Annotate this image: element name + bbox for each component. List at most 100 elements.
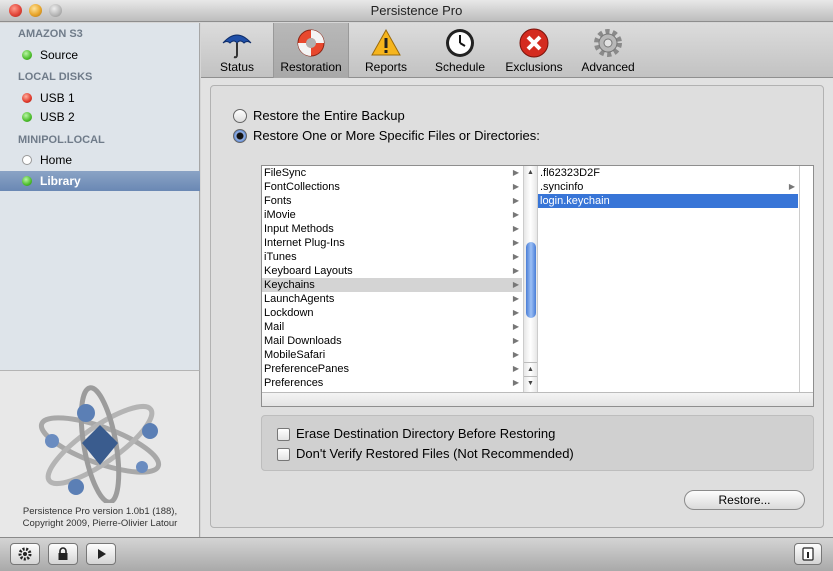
status-empty-icon	[22, 155, 32, 165]
item-label: Mail	[264, 321, 285, 333]
status-green-icon	[22, 112, 32, 122]
bottom-bar	[0, 537, 833, 571]
sidebar-item-usb-2[interactable]: USB 2	[0, 107, 200, 127]
toolbar: Status Restoration Reports Schedule Excl…	[201, 23, 833, 78]
item-label: Internet Plug-Ins	[264, 237, 345, 249]
tab-advanced[interactable]: Advanced	[571, 23, 645, 78]
zoom-window-button[interactable]	[49, 4, 62, 17]
status-green-icon	[22, 176, 32, 186]
tab-status[interactable]: Status	[201, 23, 273, 78]
window-title: Persistence Pro	[370, 3, 463, 18]
item-label: PreferencePanes	[264, 363, 349, 375]
umbrella-icon	[222, 34, 252, 59]
browser-column-2[interactable]: .fl62323D2F .syncinfo ▶ login.keychain	[537, 166, 798, 392]
tab-reports[interactable]: Reports	[351, 23, 421, 78]
disclosure-arrow-icon: ▶	[512, 280, 519, 289]
restoration-box: Restore the Entire Backup Restore One or…	[210, 85, 824, 528]
browser-column-3[interactable]	[799, 166, 813, 392]
browser-column-1[interactable]: FileSync ▶ FontCollections ▶ Fonts ▶ iMovie…	[262, 166, 522, 392]
close-window-button[interactable]	[9, 4, 22, 17]
horizontal-scrollbar[interactable]	[262, 392, 813, 406]
disclosure-arrow-icon: ▶	[512, 294, 519, 303]
sidebar-section-amazon-s3: AMAZON S3	[18, 28, 83, 40]
scroll-up-arrow-icon[interactable]: ▲	[524, 166, 537, 179]
option-label: Restore One or More Specific Files or Di…	[253, 128, 540, 143]
radio-button[interactable]	[233, 109, 247, 123]
checkbox[interactable]	[277, 428, 290, 441]
list-item[interactable]: Fonts ▶	[262, 194, 522, 208]
disclosure-arrow-icon: ▶	[512, 336, 519, 345]
gear-menu-button[interactable]	[10, 543, 40, 565]
list-item[interactable]: Internet Plug-Ins ▶	[262, 236, 522, 250]
disclosure-arrow-icon: ▶	[512, 210, 519, 219]
atom-logo-icon	[38, 385, 162, 503]
tab-label: Schedule	[434, 60, 486, 74]
disclosure-arrow-icon: ▶	[512, 266, 519, 275]
disclosure-arrow-icon: ▶	[512, 196, 519, 205]
play-icon	[98, 549, 106, 559]
list-item[interactable]: PreferencePanes ▶	[262, 362, 522, 376]
sidebar-item-usb-1[interactable]: USB 1	[0, 88, 200, 108]
sidebar: AMAZON S3 Source LOCAL DISKS USB 1 USB 2…	[0, 23, 200, 370]
list-item[interactable]: Input Methods ▶	[262, 222, 522, 236]
item-label: FileSync	[264, 167, 307, 179]
checkbox-label: Erase Destination Directory Before Resto…	[296, 426, 556, 441]
list-item[interactable]: .fl62323D2F	[538, 166, 798, 180]
checkbox[interactable]	[277, 448, 290, 461]
item-label: Input Methods	[264, 223, 334, 235]
tab-schedule[interactable]: Schedule	[423, 23, 497, 78]
list-item[interactable]: FileSync ▶	[262, 166, 522, 180]
item-label: Fonts	[264, 195, 292, 207]
tab-exclusions[interactable]: Exclusions	[499, 23, 569, 78]
list-item[interactable]: .syncinfo ▶	[538, 180, 798, 194]
list-item-selected[interactable]: login.keychain	[538, 194, 798, 208]
list-item[interactable]: MobileSafari ▶	[262, 348, 522, 362]
gear-icon	[18, 547, 32, 561]
item-label: login.keychain	[540, 195, 610, 207]
list-item[interactable]: iMovie ▶	[262, 208, 522, 222]
item-label: iMovie	[264, 209, 296, 221]
list-item[interactable]: Mail Downloads ▶	[262, 334, 522, 348]
lock-button[interactable]	[48, 543, 78, 565]
minimize-window-button[interactable]	[29, 4, 42, 17]
disclosure-arrow-icon: ▶	[788, 182, 795, 191]
list-item[interactable]: FontCollections ▶	[262, 180, 522, 194]
disclosure-arrow-icon: ▶	[512, 308, 519, 317]
restore-button[interactable]: Restore...	[684, 490, 805, 510]
info-button[interactable]	[794, 543, 822, 565]
file-browser[interactable]: FileSync ▶ FontCollections ▶ Fonts ▶ iMovie…	[261, 165, 814, 407]
list-item[interactable]: Lockdown ▶	[262, 306, 522, 320]
list-item[interactable]: LaunchAgents ▶	[262, 292, 522, 306]
play-button[interactable]	[86, 543, 116, 565]
item-label: LaunchAgents	[264, 293, 335, 305]
disclosure-arrow-icon: ▶	[512, 168, 519, 177]
list-item[interactable]: Preferences ▶	[262, 376, 522, 390]
tab-label: Restoration	[280, 60, 342, 74]
restore-options-box: Erase Destination Directory Before Resto…	[261, 415, 814, 471]
sidebar-item-source[interactable]: Source	[0, 45, 200, 65]
item-label: .fl62323D2F	[540, 167, 600, 179]
clock-icon	[446, 29, 474, 57]
scroll-down-arrow-icon[interactable]: ▼	[524, 376, 537, 389]
list-item[interactable]: Keyboard Layouts ▶	[262, 264, 522, 278]
list-item[interactable]: Mail ▶	[262, 320, 522, 334]
item-label: Mail Downloads	[264, 335, 342, 347]
sidebar-item-label: USB 2	[40, 110, 75, 124]
restoration-panel: Restore the Entire Backup Restore One or…	[201, 78, 833, 537]
sidebar-item-home[interactable]: Home	[0, 150, 200, 170]
item-label: iTunes	[264, 251, 297, 263]
disclosure-arrow-icon: ▶	[512, 322, 519, 331]
tab-restoration[interactable]: Restoration	[273, 23, 349, 78]
list-item-selected[interactable]: Keychains ▶	[262, 278, 522, 292]
column-1-scrollbar[interactable]: ▲ ▲ ▼	[523, 166, 537, 392]
sidebar-item-label: Home	[40, 153, 73, 167]
scroll-up-arrow-icon[interactable]: ▲	[524, 362, 537, 375]
sidebar-item-library[interactable]: Library	[0, 171, 200, 191]
sidebar-section-local-disks: LOCAL DISKS	[18, 71, 93, 83]
item-label: MobileSafari	[264, 349, 326, 361]
status-red-icon	[22, 93, 32, 103]
list-item[interactable]: iTunes ▶	[262, 250, 522, 264]
radio-button[interactable]	[233, 129, 247, 143]
copyright-line: Copyright 2009, Pierre-Olivier Latour	[22, 518, 178, 529]
scroll-thumb[interactable]	[526, 242, 536, 318]
